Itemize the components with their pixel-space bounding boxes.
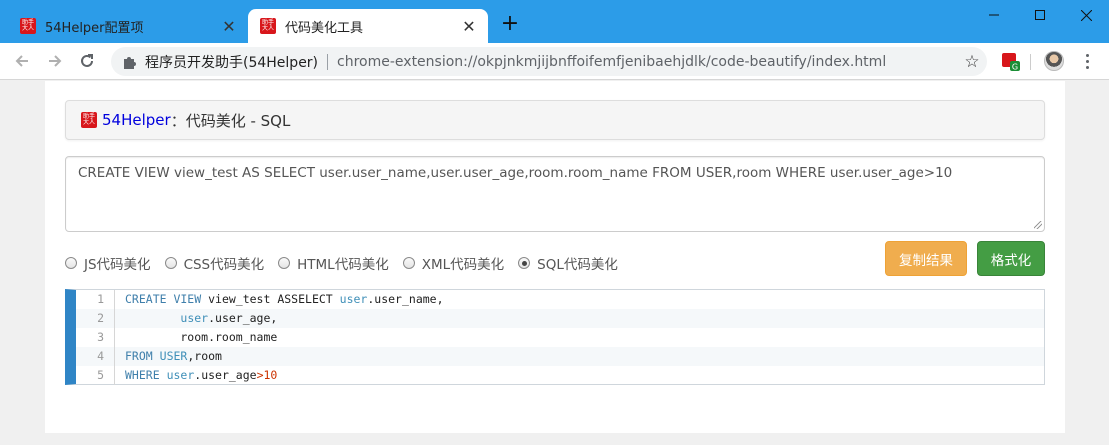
54helper-favicon-icon: 助手 大人 bbox=[20, 18, 36, 34]
page-content: 助手 大人 54Helper ： 代码美化 - SQL CREATE VIEW v… bbox=[45, 81, 1065, 433]
radio-sql[interactable] bbox=[518, 257, 531, 269]
code-line: 3 room.room_name bbox=[76, 328, 1044, 347]
code-line: 5 WHERE user.user_age>10 bbox=[76, 366, 1044, 385]
maximize-icon[interactable] bbox=[1017, 0, 1063, 30]
brand-link[interactable]: 54Helper bbox=[102, 111, 171, 129]
radio-html[interactable] bbox=[278, 257, 291, 269]
heading-title: 代码美化 - SQL bbox=[185, 111, 291, 130]
line-number: 2 bbox=[76, 309, 115, 328]
tab-54helper-settings[interactable]: 助手 大人 54Helper配置项 ✕ bbox=[8, 9, 248, 43]
option-label: SQL代码美化 bbox=[537, 257, 618, 273]
tab-close-icon[interactable]: ✕ bbox=[219, 16, 239, 36]
radio-xml[interactable] bbox=[402, 257, 415, 269]
code-token: .user_age bbox=[194, 368, 257, 382]
code-token: user bbox=[180, 311, 209, 325]
more-menu-icon[interactable] bbox=[1077, 50, 1097, 72]
puzzle-icon bbox=[121, 54, 137, 70]
code-token: user bbox=[339, 292, 368, 306]
line-code: user.user_age, bbox=[115, 309, 277, 328]
tab-strip: 助手 大人 54Helper配置项 ✕ 助手 大人 代码美化工具 ✕ + bbox=[0, 0, 1109, 43]
profile-avatar[interactable] bbox=[1044, 51, 1064, 71]
code-token: ,room bbox=[187, 349, 222, 363]
address-bar[interactable]: 程序员开发助手(54Helper) chrome-extension://okp… bbox=[111, 47, 987, 76]
new-tab-button[interactable]: + bbox=[499, 13, 521, 36]
54helper-logo-icon: 助手 大人 bbox=[81, 112, 97, 128]
code-token: FROM bbox=[125, 349, 153, 363]
line-number: 1 bbox=[76, 290, 115, 309]
54helper-extension-icon[interactable]: G bbox=[1001, 52, 1021, 72]
code-token: CREATE VIEW bbox=[125, 292, 202, 306]
reload-icon[interactable] bbox=[75, 49, 99, 73]
tab-close-icon[interactable]: ✕ bbox=[459, 16, 479, 36]
code-line: 2 user.user_age, bbox=[76, 309, 1044, 328]
code-token: WHERE bbox=[125, 368, 160, 382]
tab-code-beautify[interactable]: 助手 大人 代码美化工具 ✕ bbox=[248, 9, 488, 43]
minimize-icon[interactable] bbox=[971, 0, 1017, 30]
beautify-type-options: JS代码美化 CSS代码美化 HTML代码美化 XML代码美化 SQL代码美化 bbox=[65, 253, 632, 273]
code-token: room.room_name bbox=[125, 330, 278, 344]
heading-separator: ： bbox=[170, 111, 186, 130]
forward-arrow-icon[interactable] bbox=[43, 49, 67, 73]
option-label: HTML代码美化 bbox=[297, 257, 389, 273]
line-number: 3 bbox=[76, 328, 115, 347]
code-token: .user_age, bbox=[208, 311, 278, 325]
line-number: 4 bbox=[76, 347, 115, 366]
code-token: USER bbox=[159, 349, 188, 363]
line-code: room.room_name bbox=[115, 328, 277, 347]
radio-js[interactable] bbox=[65, 257, 77, 269]
code-line: 4 FROM USER,room bbox=[76, 347, 1044, 366]
bookmark-star-icon[interactable]: ☆ bbox=[957, 47, 987, 76]
option-html[interactable]: HTML代码美化 bbox=[278, 253, 389, 273]
browser-toolbar: 程序员开发助手(54Helper) chrome-extension://okp… bbox=[0, 43, 1109, 80]
code-token: view_test ASSELECT bbox=[201, 292, 340, 306]
format-button[interactable]: 格式化 bbox=[977, 241, 1045, 276]
option-js[interactable]: JS代码美化 bbox=[65, 253, 151, 273]
option-label: JS代码美化 bbox=[84, 257, 151, 273]
line-number: 5 bbox=[76, 366, 115, 385]
option-sql[interactable]: SQL代码美化 bbox=[518, 253, 618, 273]
back-arrow-icon[interactable] bbox=[10, 49, 34, 73]
54helper-favicon-icon: 助手 大人 bbox=[260, 18, 276, 34]
omnibox-divider bbox=[327, 53, 329, 70]
code-line: 1 CREATE VIEW view_test ASSELECT user.use… bbox=[76, 290, 1044, 309]
line-code: CREATE VIEW view_test ASSELECT user.user… bbox=[115, 290, 444, 309]
radio-css[interactable] bbox=[164, 257, 177, 269]
source-code-input[interactable]: CREATE VIEW view_test AS SELECT user.use… bbox=[65, 156, 1045, 232]
svg-text:G: G bbox=[1012, 63, 1018, 72]
close-icon[interactable] bbox=[1063, 0, 1109, 30]
url-text[interactable]: chrome-extension://okpjnkmjijbnffoifemfj… bbox=[337, 54, 957, 70]
toolbar-divider bbox=[1030, 54, 1031, 70]
formatted-code-output: 1 CREATE VIEW view_test ASSELECT user.use… bbox=[65, 289, 1045, 385]
code-token: >10 bbox=[256, 368, 278, 382]
source-code-text: CREATE VIEW view_test AS SELECT user.use… bbox=[78, 165, 953, 181]
option-xml[interactable]: XML代码美化 bbox=[402, 253, 505, 273]
line-code: WHERE user.user_age>10 bbox=[115, 366, 277, 385]
code-token: user bbox=[166, 368, 195, 382]
tab-title: 代码美化工具 bbox=[285, 20, 364, 36]
option-css[interactable]: CSS代码美化 bbox=[164, 253, 265, 273]
site-name: 程序员开发助手(54Helper) bbox=[145, 54, 319, 71]
option-label: XML代码美化 bbox=[421, 257, 505, 273]
option-label: CSS代码美化 bbox=[183, 257, 265, 273]
line-code: FROM USER,room bbox=[115, 347, 222, 366]
page-title: 助手 大人 54Helper ： 代码美化 - SQL bbox=[65, 100, 1045, 140]
code-token: .user_name, bbox=[367, 292, 444, 306]
copy-result-button[interactable]: 复制结果 bbox=[885, 241, 967, 276]
resize-handle-icon[interactable] bbox=[1034, 221, 1042, 229]
tab-title: 54Helper配置项 bbox=[45, 20, 144, 36]
